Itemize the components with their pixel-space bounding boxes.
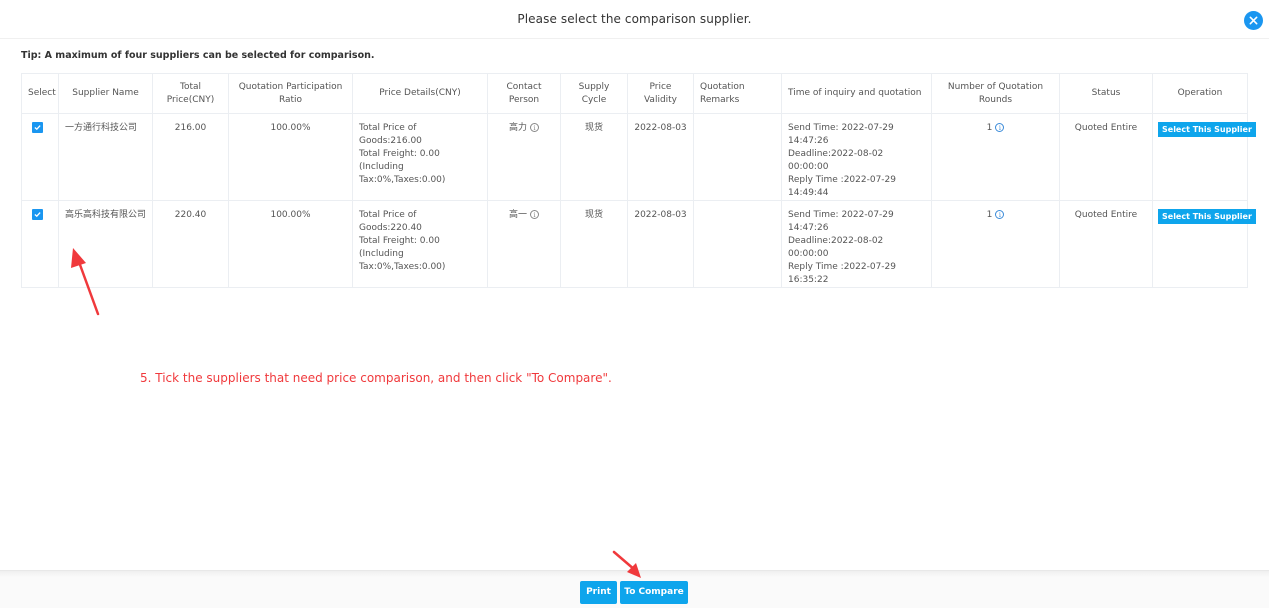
send-time-clock: 14:47:26 xyxy=(788,136,829,146)
tax-info: Tax:0%,Taxes:0.00) xyxy=(359,175,446,185)
header-rounds: Number of Quotation Rounds xyxy=(931,73,1060,114)
rounds-cell: 1i xyxy=(931,200,1060,288)
contact-person-cell: 高一 i xyxy=(487,200,561,288)
select-checkbox[interactable] xyxy=(32,122,43,133)
to-compare-button[interactable]: To Compare xyxy=(620,581,688,604)
quotation-remarks xyxy=(693,200,782,288)
info-icon[interactable]: i xyxy=(530,123,539,132)
reply-time-clock: 16:35:22 xyxy=(788,275,829,285)
participation-ratio: 100.00% xyxy=(228,113,353,201)
header-operation: Operation xyxy=(1152,73,1248,114)
table-row: 高乐高科技有限公司 220.40 100.00% Total Price of … xyxy=(21,200,1256,288)
header-price-validity: Price Validity xyxy=(627,73,694,114)
contact-person: 高一 xyxy=(508,210,527,220)
header-select: Select xyxy=(21,73,59,114)
reply-time: Reply Time :2022-07-29 xyxy=(788,262,897,272)
header-supplier-name: Supplier Name xyxy=(58,73,153,114)
total-price: 216.00 xyxy=(152,113,229,201)
time-info: Send Time: 2022-07-29 14:47:26 Deadline:… xyxy=(781,113,932,201)
header-status: Status xyxy=(1059,73,1153,114)
supplier-table: Select Supplier Name Total Price(CNY) Qu… xyxy=(21,73,1256,288)
select-this-supplier-button[interactable]: Select This Supplier xyxy=(1158,122,1256,137)
reply-time: Reply Time :2022-07-29 xyxy=(788,175,897,185)
contact-person: 高力 xyxy=(508,123,527,133)
operation-cell: Select This Supplier xyxy=(1152,113,1256,201)
info-icon[interactable]: i xyxy=(530,210,539,219)
header-participation-ratio: Quotation Participation Ratio xyxy=(228,73,353,114)
select-this-supplier-button[interactable]: Select This Supplier xyxy=(1158,209,1256,224)
rounds: 1 xyxy=(986,123,993,133)
participation-ratio: 100.00% xyxy=(228,200,353,288)
status: Quoted Entire xyxy=(1059,200,1153,288)
contact-person-cell: 高力 i xyxy=(487,113,561,201)
supply-cycle: 现货 xyxy=(560,113,628,201)
check-icon xyxy=(34,125,41,131)
table-header-row: Select Supplier Name Total Price(CNY) Qu… xyxy=(21,73,1248,114)
send-time: Send Time: 2022-07-29 xyxy=(788,123,894,133)
including-label: (Including xyxy=(359,249,404,259)
select-checkbox[interactable] xyxy=(32,209,43,220)
quotation-remarks xyxy=(693,113,782,201)
header-quotation-remarks: Quotation Remarks xyxy=(693,73,782,114)
tip-text: Tip: A maximum of four suppliers can be … xyxy=(21,50,375,61)
total-price: 220.40 xyxy=(152,200,229,288)
price-validity: 2022-08-03 xyxy=(627,113,694,201)
operation-cell: Select This Supplier xyxy=(1152,200,1256,288)
price-validity: 2022-08-03 xyxy=(627,200,694,288)
header-price-details: Price Details(CNY) xyxy=(352,73,488,114)
goods-price: Total Price of Goods:216.00 xyxy=(359,123,422,146)
freight: Total Freight: 0.00 xyxy=(359,149,440,159)
table-row: 一方通行科技公司 216.00 100.00% Total Price of G… xyxy=(21,113,1256,201)
supplier-name: 高乐高科技有限公司 xyxy=(58,200,153,288)
deadline: Deadline:2022-08-02 00:00:00 xyxy=(788,236,884,259)
check-icon xyxy=(34,212,41,218)
close-button[interactable] xyxy=(1244,11,1263,30)
select-cell xyxy=(21,200,59,288)
goods-price: Total Price of Goods:220.40 xyxy=(359,210,422,233)
price-details: Total Price of Goods:216.00 Total Freigh… xyxy=(352,113,488,201)
print-button[interactable]: Print xyxy=(580,581,617,604)
close-icon xyxy=(1249,16,1258,25)
select-cell xyxy=(21,113,59,201)
send-time-clock: 14:47:26 xyxy=(788,223,829,233)
deadline: Deadline:2022-08-02 00:00:00 xyxy=(788,149,884,172)
dialog-title: Please select the comparison supplier. xyxy=(517,12,752,26)
status: Quoted Entire xyxy=(1059,113,1153,201)
annotation-text: 5. Tick the suppliers that need price co… xyxy=(140,371,612,385)
rounds: 1 xyxy=(986,210,993,220)
header-total-price: Total Price(CNY) xyxy=(152,73,229,114)
price-details: Total Price of Goods:220.40 Total Freigh… xyxy=(352,200,488,288)
tax-info: Tax:0%,Taxes:0.00) xyxy=(359,262,446,272)
including-label: (Including xyxy=(359,162,404,172)
header-time-info: Time of inquiry and quotation xyxy=(781,73,932,114)
time-info: Send Time: 2022-07-29 14:47:26 Deadline:… xyxy=(781,200,932,288)
rounds-cell: 1i xyxy=(931,113,1060,201)
reply-time-clock: 14:49:44 xyxy=(788,188,829,198)
info-icon[interactable]: i xyxy=(995,210,1005,219)
dialog-header: Please select the comparison supplier. xyxy=(0,0,1269,39)
info-icon[interactable]: i xyxy=(995,123,1005,132)
supplier-name: 一方通行科技公司 xyxy=(58,113,153,201)
freight: Total Freight: 0.00 xyxy=(359,236,440,246)
header-contact-person: Contact Person xyxy=(487,73,561,114)
supply-cycle: 现货 xyxy=(560,200,628,288)
header-supply-cycle: Supply Cycle xyxy=(560,73,628,114)
send-time: Send Time: 2022-07-29 xyxy=(788,210,894,220)
